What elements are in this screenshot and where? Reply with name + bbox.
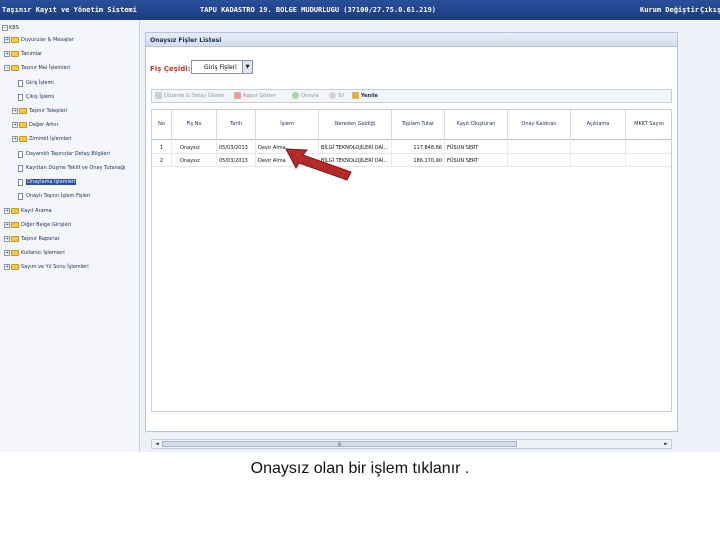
red-arrow-icon (285, 148, 352, 181)
slide-caption: Onaysız olan bir işlem tıklanır . (250, 460, 470, 477)
annotation-arrow (285, 148, 352, 181)
app-screen: Taşınır Kayıt ve Yönetim Sistemi TAPU KA… (0, 0, 720, 452)
